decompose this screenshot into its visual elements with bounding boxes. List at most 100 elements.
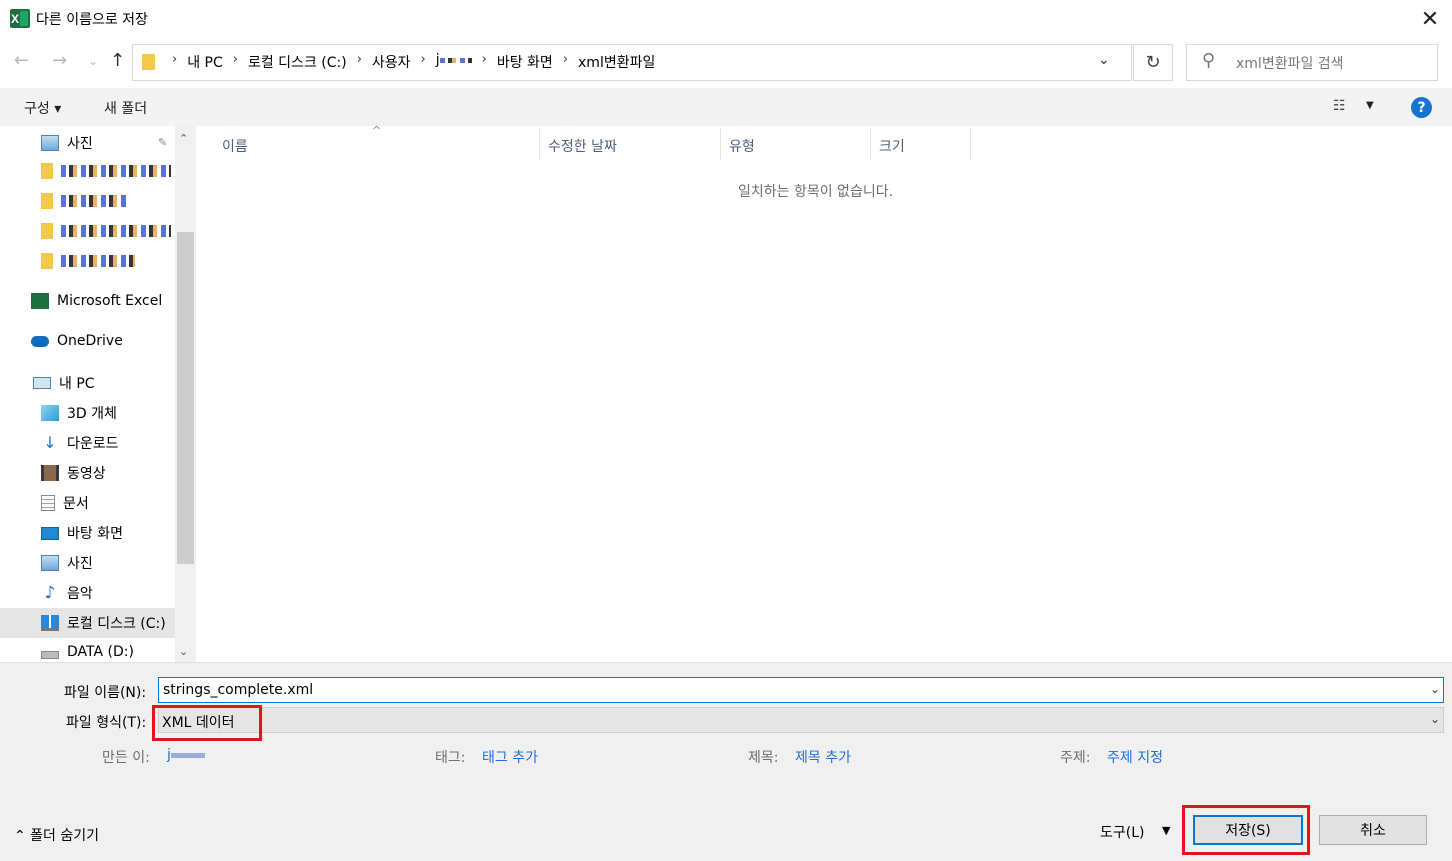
chevron-right-icon: › [172,52,178,67]
column-divider[interactable] [870,128,871,160]
sidebar-item-microsoft-excel[interactable]: Microsoft Excel [31,293,162,309]
column-header-size[interactable]: 크기 [879,136,905,156]
chevron-right-icon[interactable]: › [357,52,362,72]
sidebar-item-pictures-quick[interactable]: 사진 [41,133,93,153]
videos-icon [41,465,59,481]
tools-dropdown-icon[interactable]: ▼ [1162,824,1170,837]
sidebar-item-onedrive[interactable]: OneDrive [31,333,123,349]
file-list[interactable] [196,126,1452,662]
column-header-date-modified[interactable]: 수정한 날짜 [548,136,617,156]
redacted-mark [439,57,472,63]
chevron-right-icon[interactable]: › [563,52,568,72]
sidebar-item-folder-4[interactable] [41,253,135,269]
breadcrumb-item-local-disk[interactable]: 로컬 디스크 (C:) [248,52,347,72]
search-placeholder: xml변환파일 검색 [1236,56,1344,72]
sidebar-item-label: 사진 [67,136,93,152]
sidebar-item-label: 문서 [63,496,89,512]
window-title: 다른 이름으로 저장 [36,12,148,28]
sidebar-item-folder-1[interactable] [41,163,171,179]
close-button[interactable]: ✕ [1408,0,1452,38]
author-label: 만든 이: [102,750,150,766]
chevron-right-icon[interactable]: › [421,52,426,72]
sidebar-item-label: 다운로드 [67,436,119,452]
view-dropdown-button[interactable]: ▼ [1366,100,1374,111]
pc-icon [33,377,51,389]
title-bar [0,0,1452,38]
sidebar-item-local-disk[interactable]: 로컬 디스크 (C:) [41,613,166,633]
title-value[interactable]: 제목 추가 [795,747,851,767]
sidebar-item-pictures[interactable]: 사진 [41,553,93,573]
cancel-button[interactable]: 취소 [1319,815,1427,845]
pictures-icon [41,135,59,151]
sidebar-item-my-pc[interactable]: 내 PC [33,373,95,393]
scroll-down-icon[interactable]: ⌄ [179,645,188,658]
chevron-down-icon[interactable]: ⌄ [1430,712,1440,726]
column-divider[interactable] [720,128,721,160]
sidebar-scrollbar-thumb[interactable] [177,232,194,564]
music-icon: ♪ [44,583,56,603]
forward-button[interactable]: → [52,50,67,71]
address-dropdown-button[interactable]: ⌄ [1098,52,1110,68]
subject-value[interactable]: 주제 지정 [1107,747,1163,767]
chevron-down-icon[interactable]: ⌄ [1430,682,1440,696]
sidebar-item-documents[interactable]: 문서 [41,493,89,513]
sidebar-item-3d-objects[interactable]: 3D 개체 [41,403,117,423]
sidebar-item-music[interactable]: ♪ 음악 [41,583,93,603]
chevron-right-icon[interactable]: › [482,52,487,72]
sidebar-item-folder-3[interactable] [41,223,171,239]
drive-icon [41,651,59,659]
pin-icon: ✎ [158,136,168,149]
up-button[interactable]: ↑ [110,50,125,71]
breadcrumb-item-my-pc[interactable]: 내 PC [187,52,223,72]
scroll-up-icon[interactable]: ⌃ [179,132,188,145]
breadcrumb: › 내 PC › 로컬 디스크 (C:) › 사용자 › j › 바탕 화면 ›… [162,52,655,72]
redacted-label [61,165,171,177]
save-button[interactable]: 저장(S) [1193,815,1303,845]
filename-label: 파일 이름(N): [64,685,147,701]
help-button[interactable]: ? [1411,97,1432,118]
author-value[interactable]: j [167,747,205,763]
excel-icon [31,293,49,309]
hide-folders-button[interactable]: ⌃ 폴더 숨기기 [14,825,99,845]
tags-value[interactable]: 태그 추가 [482,747,538,767]
sidebar-item-desktop[interactable]: 바탕 화면 [41,523,123,543]
folder-icon [142,54,155,70]
redacted-label [61,255,135,267]
sidebar-item-label: 동영상 [67,466,106,482]
filetype-select[interactable] [158,707,1444,733]
filename-field[interactable] [158,677,1444,703]
refresh-button[interactable]: ↻ [1133,44,1173,81]
column-header-name[interactable]: 이름 [222,136,248,156]
organize-button[interactable]: 구성 ▾ [24,98,61,118]
sidebar-item-label: OneDrive [57,333,123,349]
folder-icon [41,163,53,179]
redacted-label [61,225,171,237]
column-divider[interactable] [539,128,540,160]
breadcrumb-item-desktop[interactable]: 바탕 화면 [497,52,553,72]
view-options-icon[interactable]: ☷ [1333,98,1346,114]
sidebar-item-videos[interactable]: 동영상 [41,463,106,483]
folder-icon [41,253,53,269]
sidebar-item-downloads[interactable]: ↓ 다운로드 [41,433,119,453]
recent-locations-button[interactable]: ⌄ [88,54,98,68]
redacted-label [61,195,127,207]
column-header-type[interactable]: 유형 [729,136,755,156]
back-button[interactable]: ← [14,50,29,71]
breadcrumb-item-xml-folder[interactable]: xml변환파일 [578,52,655,72]
new-folder-button[interactable]: 새 폴더 [104,98,147,118]
sidebar-item-data-drive[interactable]: DATA (D:) [41,644,134,660]
filetype-annotation-box [152,705,262,741]
column-divider[interactable] [970,128,971,160]
breadcrumb-item-users[interactable]: 사용자 [372,52,411,72]
sidebar-item-label: Microsoft Excel [57,293,163,309]
folder-icon [41,193,53,209]
downloads-icon: ↓ [43,433,57,452]
local-disk-icon [41,615,59,631]
redacted-mark [170,752,205,758]
chevron-right-icon[interactable]: › [233,52,238,72]
sidebar-item-label: 바탕 화면 [67,526,123,542]
subject-label: 주제: [1060,750,1091,766]
breadcrumb-item-user[interactable]: j [436,52,472,72]
sidebar-item-folder-2[interactable] [41,193,127,209]
tools-button[interactable]: 도구(L) [1100,822,1144,842]
